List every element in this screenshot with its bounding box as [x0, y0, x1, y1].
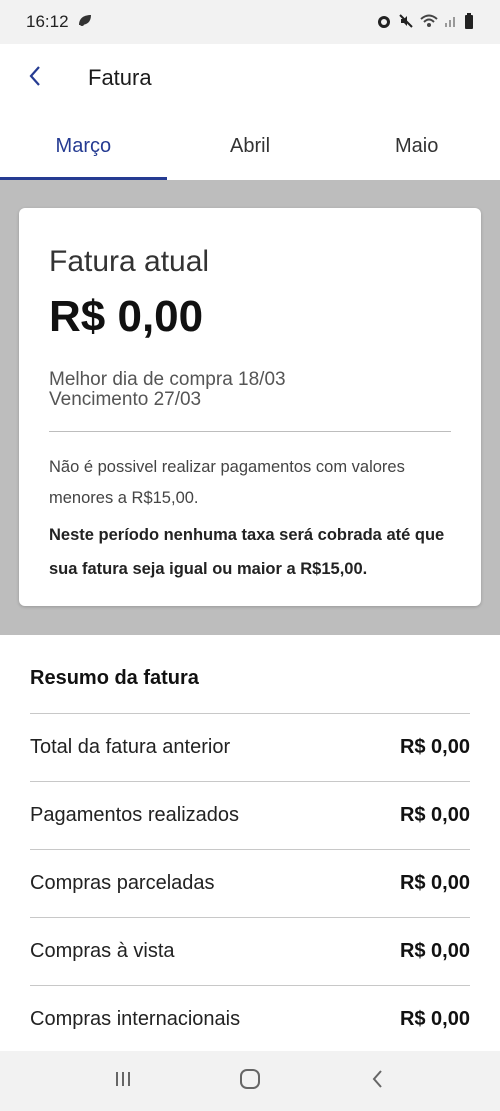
row-value: R$ 0,00: [399, 1008, 470, 1030]
status-bar: 16:12: [0, 0, 500, 44]
invoice-card: Fatura atual R$ 0,00 Melhor dia de compr…: [19, 208, 481, 606]
row-label: Compras à vista: [30, 940, 175, 962]
status-left: 16:12: [26, 12, 93, 32]
back-button[interactable]: [0, 44, 70, 112]
payment-note: Não é possivel realizar pagamentos com v…: [49, 458, 405, 507]
invoice-summary: Resumo da fatura Total da fatura anterio…: [0, 635, 500, 1051]
page-title: Fatura: [88, 65, 152, 90]
fee-note: Neste período nenhuma taxa será cobrada …: [49, 526, 445, 578]
summary-row-installments: Compras parceladas R$ 0,00: [30, 849, 470, 917]
row-label: Compras parceladas: [30, 872, 215, 894]
status-right: [376, 12, 474, 32]
tab-label: Maio: [395, 134, 439, 157]
summary-row-cash-purchases: Compras à vista R$ 0,00: [30, 917, 470, 985]
signal-icon: [444, 14, 458, 31]
home-icon: [239, 1068, 261, 1095]
invoice-dates: Melhor dia de compra 18/03 Vencimento 27…: [49, 370, 286, 410]
tab-label: Abril: [230, 134, 271, 157]
clock-time: 16:12: [26, 12, 69, 31]
alarm-icon: [376, 13, 392, 32]
system-back-button[interactable]: [347, 1051, 407, 1111]
tab-label: Março: [55, 134, 112, 157]
app-bar: Fatura: [0, 44, 500, 112]
recent-apps-icon: [113, 1070, 133, 1093]
best-purchase-day: Melhor dia de compra 18/03: [49, 369, 286, 390]
row-value: R$ 0,00: [399, 736, 470, 758]
summary-row-previous-total: Total da fatura anterior R$ 0,00: [30, 713, 470, 781]
back-icon: [371, 1069, 383, 1094]
invoice-label: Fatura atual: [49, 245, 210, 278]
chevron-left-icon: [28, 65, 42, 92]
summary-list: Total da fatura anterior R$ 0,00 Pagamen…: [30, 713, 470, 1053]
row-value: R$ 0,00: [399, 940, 470, 962]
tab-marco[interactable]: Março: [0, 112, 167, 180]
home-button[interactable]: [220, 1051, 280, 1111]
month-tabs: Março Abril Maio: [0, 112, 500, 180]
row-label: Compras internacionais: [30, 1008, 241, 1030]
row-value: R$ 0,00: [399, 872, 470, 894]
battery-icon: [464, 12, 474, 32]
summary-row-international: Compras internacionais R$ 0,00: [30, 985, 470, 1053]
invoice-amount: R$ 0,00: [49, 292, 204, 341]
summary-title: Resumo da fatura: [30, 667, 199, 689]
tab-abril[interactable]: Abril: [167, 112, 334, 180]
row-label: Total da fatura anterior: [30, 736, 231, 758]
summary-row-payments: Pagamentos realizados R$ 0,00: [30, 781, 470, 849]
card-divider: [49, 431, 451, 432]
wifi-icon: [420, 14, 438, 31]
invoice-section: Fatura atual R$ 0,00 Melhor dia de compr…: [0, 180, 500, 635]
row-label: Pagamentos realizados: [30, 804, 240, 826]
mute-icon: [398, 13, 414, 32]
tab-maio[interactable]: Maio: [333, 112, 500, 180]
leaf-icon: [77, 12, 93, 32]
system-nav-bar: [0, 1051, 500, 1111]
recent-apps-button[interactable]: [93, 1051, 153, 1111]
row-value: R$ 0,00: [399, 804, 470, 826]
due-date: Vencimento 27/03: [49, 389, 202, 410]
